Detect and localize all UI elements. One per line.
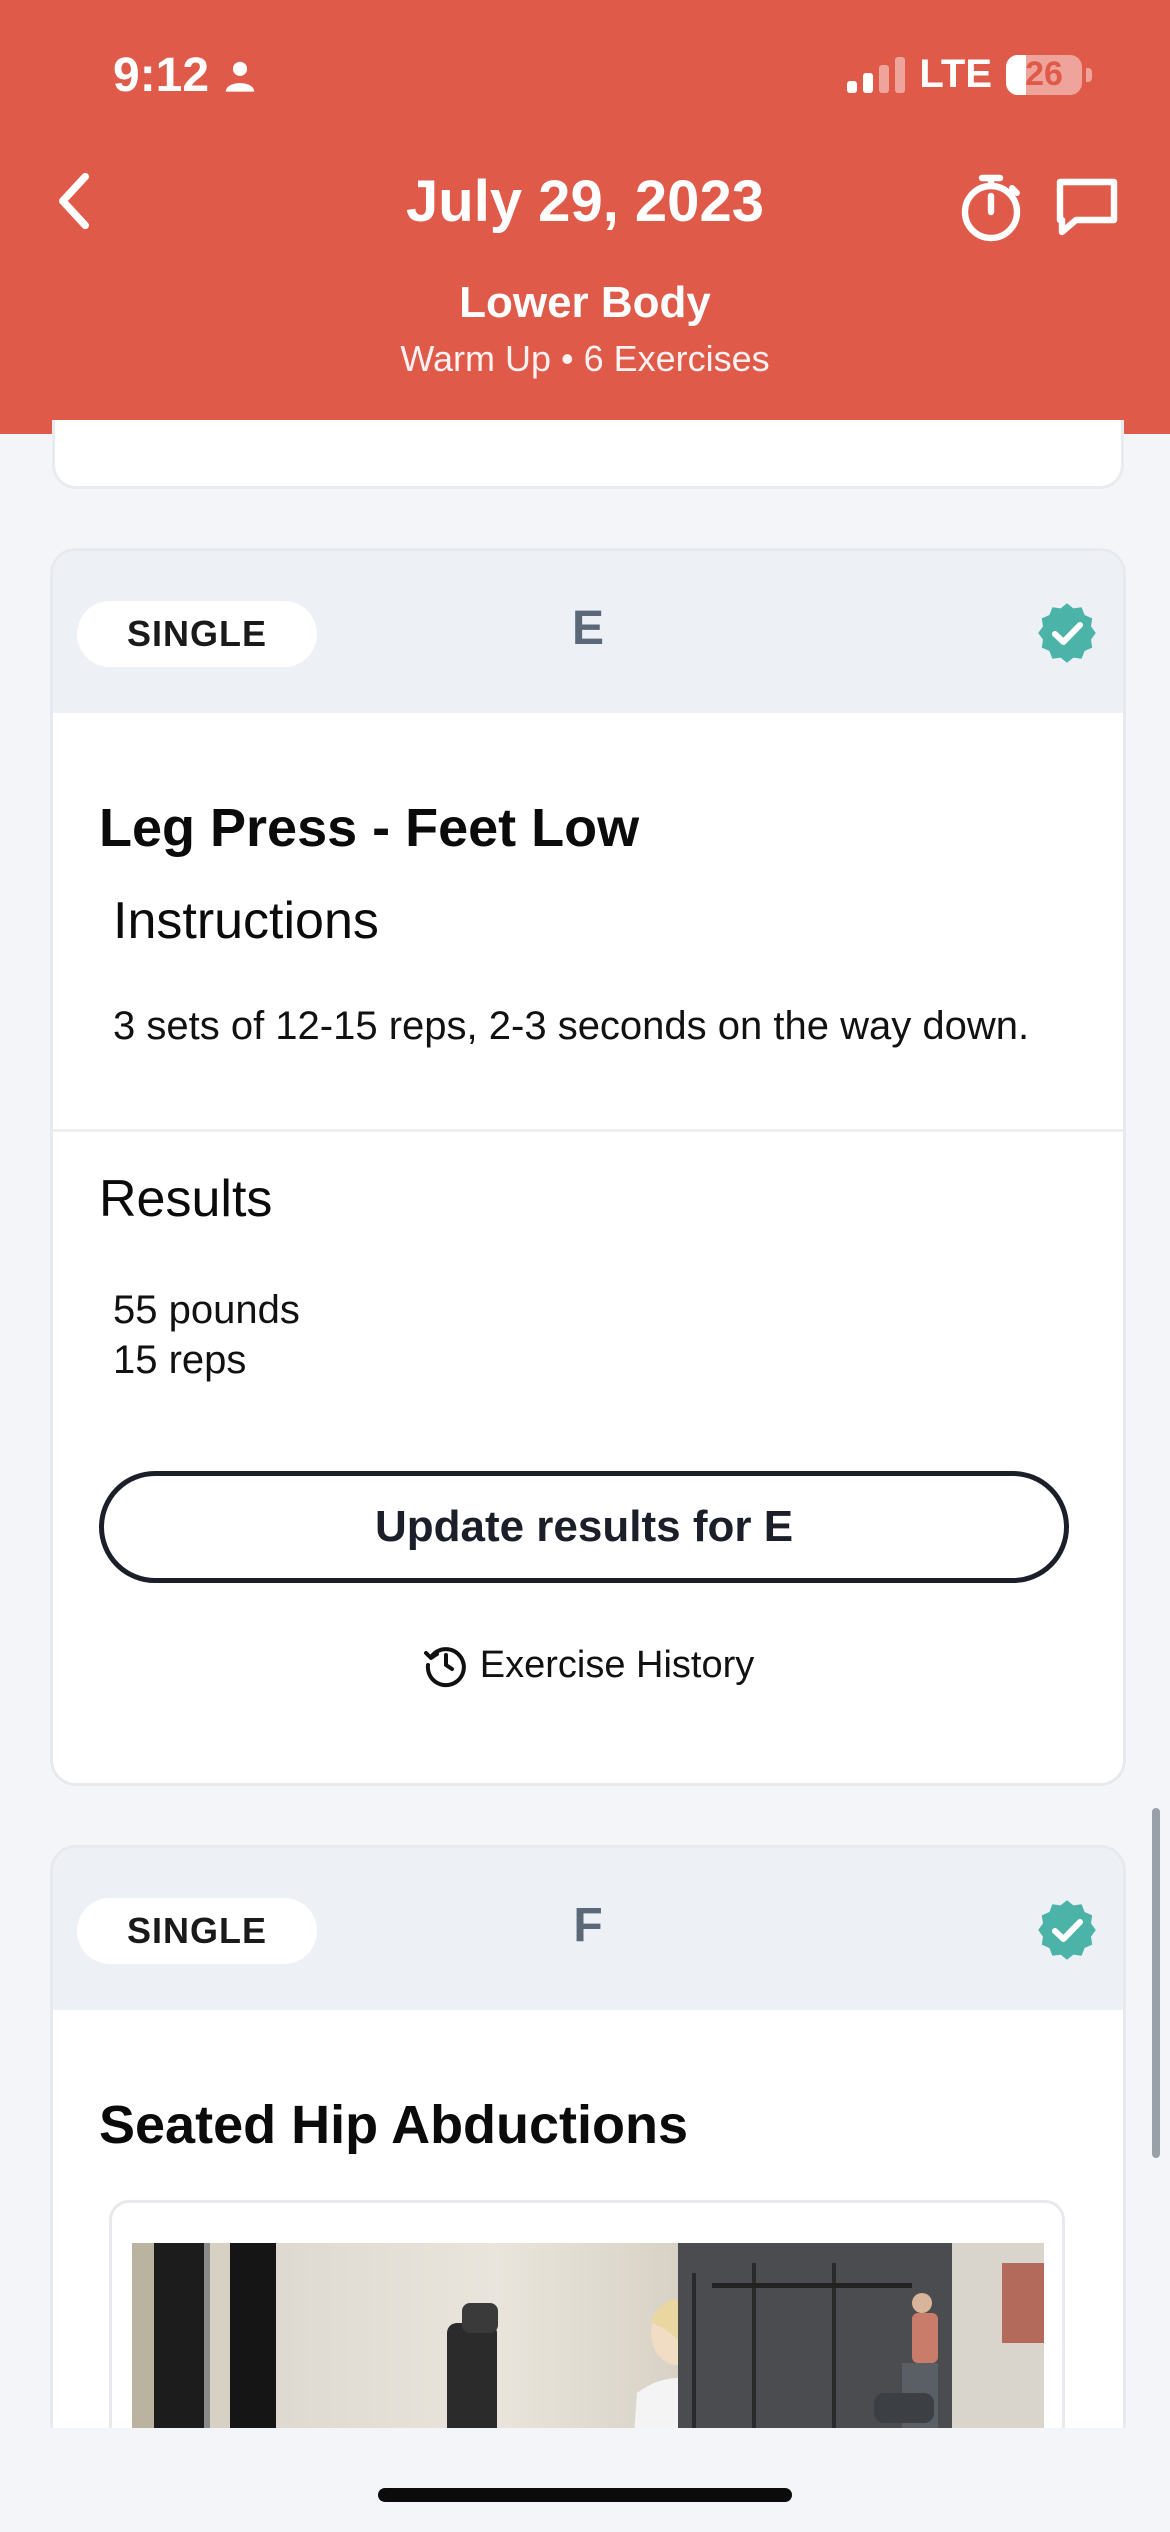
history-clock-icon — [423, 1647, 466, 1688]
group-letter: E — [571, 602, 604, 655]
exercise-card-e: SINGLE E Leg Press - Feet Low Instructio… — [50, 548, 1126, 1786]
exercise-history-label: Exercise History — [479, 1643, 755, 1686]
cellular-signal-icon — [847, 56, 906, 93]
update-results-button[interactable]: Update results for E — [99, 1471, 1069, 1583]
exercise-history-link[interactable]: Exercise History — [53, 1641, 1123, 1689]
exercise-card-header: SINGLE F — [53, 1848, 1123, 2010]
person-icon — [225, 61, 255, 92]
home-indicator[interactable] — [378, 2488, 792, 2502]
stopwatch-icon[interactable] — [958, 172, 1024, 242]
instructions-text: 3 sets of 12-15 reps, 2-3 seconds on the… — [113, 1004, 1030, 1048]
app-header: 9:12 LTE 26 July 29, 2023 Lower Body War… — [0, 0, 1170, 434]
status-time-text: 9:12 — [113, 49, 210, 102]
exercise-name: Leg Press - Feet Low — [99, 798, 640, 858]
status-indicators: LTE 26 — [847, 52, 1092, 97]
results-text: 55 pounds 15 reps — [113, 1285, 1073, 1385]
exercise-video-thumbnail[interactable] — [132, 2243, 1044, 2443]
workout-meta: Warm Up • 6 Exercises — [400, 338, 770, 379]
previous-exercise-card — [52, 420, 1124, 489]
gym-scene-image — [132, 2243, 1044, 2443]
status-time: 9:12 — [113, 48, 257, 103]
workout-name: Lower Body — [459, 278, 711, 327]
completed-check-icon — [1038, 603, 1096, 663]
battery-nub — [1086, 67, 1092, 82]
exercise-card-header: SINGLE E — [53, 551, 1123, 713]
exercise-video-frame[interactable] — [109, 2200, 1065, 2446]
completed-check-icon — [1038, 1900, 1096, 1960]
instructions-title: Instructions — [113, 892, 379, 950]
section-divider — [53, 1129, 1123, 1132]
results-title: Results — [99, 1170, 273, 1228]
scroll-indicator[interactable] — [1152, 1808, 1160, 2158]
results-reps: 15 reps — [113, 1338, 247, 1382]
battery-icon: 26 — [1006, 54, 1082, 95]
results-weight: 55 pounds — [113, 1288, 300, 1332]
exercise-name: Seated Hip Abductions — [99, 2095, 689, 2155]
exercise-card-f: SINGLE F Seated Hip Abductions — [50, 1845, 1126, 2491]
bottom-safe-area — [0, 2428, 1170, 2532]
chat-bubble-icon[interactable] — [1054, 176, 1120, 238]
group-letter: F — [573, 1899, 603, 1952]
battery-fill — [1006, 54, 1026, 95]
battery-level: 26 — [1025, 55, 1063, 93]
network-type: LTE — [919, 52, 992, 96]
